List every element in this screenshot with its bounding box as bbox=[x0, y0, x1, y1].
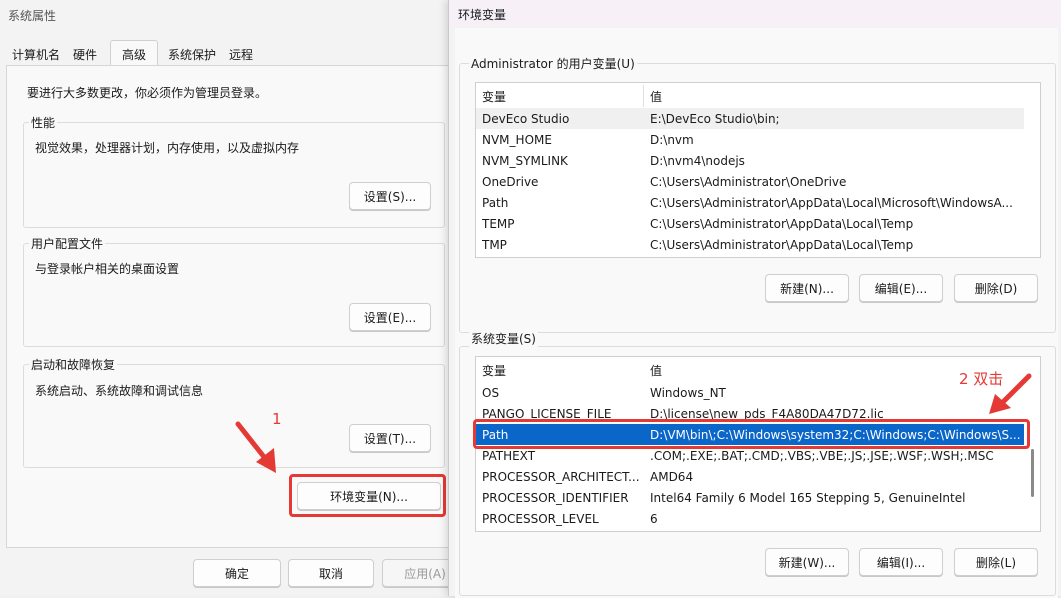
startup-recovery-settings-button[interactable]: 设置(T)... bbox=[349, 424, 431, 452]
column-header-variable[interactable]: 变量 bbox=[482, 88, 642, 105]
performance-group bbox=[23, 122, 445, 228]
user-profile-desc: 与登录帐户相关的桌面设置 bbox=[35, 262, 180, 276]
system-edit-button[interactable]: 编辑(I)... bbox=[859, 548, 943, 576]
performance-desc: 视觉效果，处理器计划，内存使用，以及虚拟内存 bbox=[35, 141, 300, 155]
step-1-arrow-icon bbox=[235, 421, 276, 473]
system-list-header: 变量 值 bbox=[476, 360, 1040, 381]
env-body: Administrator 的用户变量(U) 变量 值 DevEco Studi… bbox=[455, 28, 1058, 598]
system-variables-title: 系统变量(S) bbox=[469, 330, 538, 347]
table-row[interactable]: Path C:\Users\Administrator\AppData\Local… bbox=[476, 192, 1024, 213]
system-delete-button[interactable]: 删除(L) bbox=[954, 548, 1038, 576]
user-variables-list[interactable]: 变量 值 DevEco Studio E:\DevEco Studio\bin; … bbox=[475, 82, 1041, 258]
user-edit-button[interactable]: 编辑(E)... bbox=[859, 274, 943, 302]
table-row[interactable]: TMP C:\Users\Administrator\AppData\Local\… bbox=[476, 234, 1024, 255]
highlight-box-env-button bbox=[289, 474, 446, 517]
column-header-variable[interactable]: 变量 bbox=[482, 362, 642, 379]
window-title-bar bbox=[449, 0, 1061, 26]
performance-title: 性能 bbox=[29, 114, 58, 131]
tab-system-protection[interactable]: 系统保护 bbox=[164, 44, 220, 64]
user-variables-title: Administrator 的用户变量(U) bbox=[469, 55, 637, 72]
system-properties-window: 系统属性 计算机名 硬件 高级 系统保护 远程 要进行大多数更改，你必须作为管理… bbox=[0, 0, 468, 596]
tab-remote[interactable]: 远程 bbox=[224, 44, 258, 64]
user-list-header: 变量 值 bbox=[476, 86, 1040, 107]
tab-hardware[interactable]: 硬件 bbox=[68, 44, 102, 64]
tab-computer-name[interactable]: 计算机名 bbox=[8, 44, 64, 64]
startup-recovery-desc: 系统启动、系统故障和调试信息 bbox=[35, 384, 204, 398]
highlight-box-path-row bbox=[473, 419, 1030, 449]
table-row[interactable]: NVM_HOME D:\nvm bbox=[476, 129, 1024, 150]
column-header-value[interactable]: 值 bbox=[650, 88, 1022, 105]
performance-settings-button[interactable]: 设置(S)... bbox=[349, 182, 431, 210]
admin-note: 要进行大多数更改，你必须作为管理员登录。 bbox=[27, 86, 268, 100]
user-delete-button[interactable]: 删除(D) bbox=[954, 274, 1038, 302]
table-row[interactable]: DevEco Studio E:\DevEco Studio\bin; bbox=[476, 108, 1024, 129]
system-new-button[interactable]: 新建(W)... bbox=[765, 548, 849, 576]
table-row[interactable]: PROCESSOR_LEVEL 6 bbox=[476, 508, 1024, 529]
cancel-button[interactable]: 取消 bbox=[288, 559, 374, 587]
table-row[interactable]: TEMP C:\Users\Administrator\AppData\Local… bbox=[476, 213, 1024, 234]
table-row[interactable]: OS Windows_NT bbox=[476, 382, 1024, 403]
header-divider bbox=[643, 85, 644, 107]
step-2-arrow-icon bbox=[989, 373, 1032, 414]
user-profile-title: 用户配置文件 bbox=[29, 235, 106, 252]
scrollbar-thumb[interactable] bbox=[1031, 449, 1034, 497]
startup-recovery-title: 启动和故障恢复 bbox=[29, 356, 118, 373]
table-row[interactable]: OneDrive C:\Users\Administrator\OneDrive bbox=[476, 171, 1024, 192]
environment-variables-window: 环境变量 Administrator 的用户变量(U) 变量 值 DevEco … bbox=[448, 0, 1061, 598]
window-title: 系统属性 bbox=[8, 9, 57, 23]
table-row[interactable]: PROCESSOR_ARCHITECT... AMD64 bbox=[476, 466, 1024, 487]
user-profile-settings-button[interactable]: 设置(E)... bbox=[349, 303, 431, 331]
table-row[interactable]: NVM_SYMLINK D:\nvm4\nodejs bbox=[476, 150, 1024, 171]
table-row[interactable]: PROCESSOR_IDENTIFIER Intel64 Family 6 Mod… bbox=[476, 487, 1024, 508]
user-profile-group bbox=[23, 243, 445, 347]
window-title: 环境变量 bbox=[458, 8, 507, 22]
ok-button[interactable]: 确定 bbox=[193, 559, 281, 587]
user-new-button[interactable]: 新建(N)... bbox=[765, 274, 849, 302]
tab-advanced[interactable]: 高级 bbox=[110, 40, 158, 67]
